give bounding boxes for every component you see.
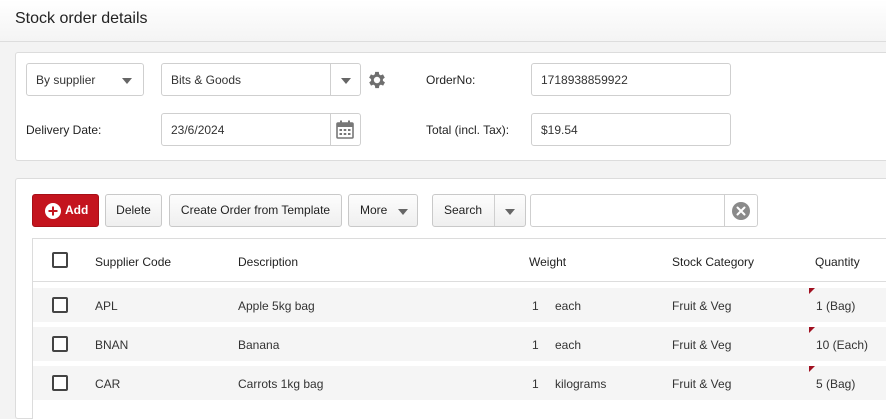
table-row[interactable]: BNAN Banana 1 each Fruit & Veg 10 (Each) (33, 327, 886, 361)
column-header-supplier-code[interactable]: Supplier Code (95, 255, 171, 269)
column-header-quantity[interactable]: Quantity (815, 255, 860, 269)
table-row[interactable]: APL Apple 5kg bag 1 each Fruit & Veg 1 (… (33, 288, 886, 322)
stock-category-cell: Fruit & Veg (672, 299, 732, 313)
row-checkbox[interactable] (52, 336, 68, 352)
column-header-weight[interactable]: Weight (529, 255, 566, 269)
description-cell: Apple 5kg bag (238, 299, 315, 313)
search-mode-label: Search (444, 203, 483, 217)
chevron-down-icon[interactable] (341, 78, 351, 84)
order-header-panel: By supplier Bits & Goods OrderNo: 171893… (15, 52, 886, 161)
total-value: $19.54 (541, 123, 578, 137)
supplier-select[interactable]: Bits & Goods (161, 63, 361, 96)
chevron-down-icon (398, 209, 408, 215)
chevron-down-icon (122, 78, 132, 84)
total-field: $19.54 (531, 113, 731, 146)
delivery-date-label: Delivery Date: (26, 123, 102, 137)
row-checkbox[interactable] (52, 375, 68, 391)
modified-flag-icon (809, 288, 815, 294)
order-items-grid: Supplier Code Description Weight Stock C… (32, 238, 886, 419)
order-no-field[interactable]: 1718938859922 (531, 63, 731, 96)
page-header: Stock order details (0, 0, 886, 42)
add-button[interactable]: Add (32, 194, 99, 227)
search-mode-select[interactable]: Search (432, 194, 526, 227)
stock-category-cell: Fruit & Veg (672, 338, 732, 352)
modified-flag-icon (809, 366, 815, 372)
weight-unit-cell: each (555, 299, 582, 313)
quantity-cell[interactable]: 1 (Bag) (816, 299, 855, 313)
grid-header-row: Supplier Code Description Weight Stock C… (33, 239, 886, 282)
supplier-code-cell: CAR (95, 377, 121, 391)
weight-qty-cell: 1 (532, 338, 539, 352)
create-order-from-template-button[interactable]: Create Order from Template (169, 194, 342, 227)
chevron-down-icon (505, 209, 515, 215)
select-all-checkbox[interactable] (52, 252, 68, 268)
search-input[interactable] (530, 194, 758, 227)
column-header-description[interactable]: Description (238, 255, 298, 269)
mode-select[interactable]: By supplier (26, 63, 144, 96)
weight-unit-cell: kilograms (555, 377, 607, 391)
quantity-cell[interactable]: 5 (Bag) (816, 377, 855, 391)
stock-category-cell: Fruit & Veg (672, 377, 732, 391)
weight-qty-cell: 1 (532, 377, 539, 391)
page-title: Stock order details (15, 10, 148, 27)
table-row[interactable]: CAR Carrots 1kg bag 1 kilograms Fruit & … (33, 366, 886, 400)
add-button-label: Add (65, 203, 89, 217)
calendar-icon[interactable] (336, 120, 354, 139)
modified-flag-icon (809, 327, 815, 333)
mode-select-value: By supplier (36, 73, 96, 87)
quantity-cell[interactable]: 10 (Each) (816, 338, 868, 352)
weight-qty-cell: 1 (532, 299, 539, 313)
more-menu-button[interactable]: More (348, 194, 418, 227)
order-no-value: 1718938859922 (541, 73, 628, 87)
more-button-label: More (360, 203, 388, 217)
supplier-code-cell: BNAN (95, 338, 129, 352)
description-cell: Banana (238, 338, 280, 352)
column-header-stock-category[interactable]: Stock Category (672, 255, 754, 269)
order-items-panel: Add Delete Create Order from Template Mo… (15, 178, 886, 419)
supplier-select-value: Bits & Goods (171, 73, 242, 87)
description-cell: Carrots 1kg bag (238, 377, 324, 391)
plus-circle-icon (45, 203, 61, 219)
delivery-date-value: 23/6/2024 (171, 123, 225, 137)
order-no-label: OrderNo: (426, 73, 476, 87)
clear-search-icon[interactable] (732, 202, 750, 220)
total-label: Total (incl. Tax): (426, 123, 510, 137)
supplier-code-cell: APL (95, 299, 118, 313)
row-checkbox[interactable] (52, 297, 68, 313)
gear-icon[interactable] (366, 69, 388, 91)
delivery-date-field[interactable]: 23/6/2024 (161, 113, 361, 146)
delete-button[interactable]: Delete (105, 194, 162, 227)
weight-unit-cell: each (555, 338, 582, 352)
